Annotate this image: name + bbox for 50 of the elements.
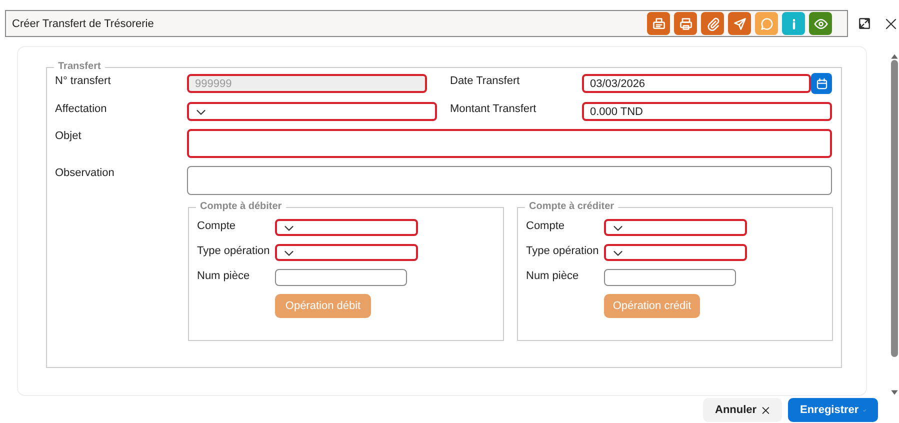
fax-icon: [652, 16, 666, 30]
dropdown[interactable]: [275, 219, 418, 236]
fax-button[interactable]: [647, 12, 670, 35]
field-label: Compte: [526, 219, 566, 234]
scroll-down-icon: [890, 388, 899, 397]
input-field[interactable]: [604, 269, 736, 286]
field-label: Type opération: [197, 244, 271, 259]
dropdown[interactable]: [187, 102, 437, 121]
field-label: Type opération: [526, 244, 600, 259]
scroll-up-icon: [890, 52, 899, 61]
save-button[interactable]: Enregistrer: [788, 398, 878, 422]
text-area[interactable]: [187, 129, 832, 158]
dropdown[interactable]: [604, 219, 747, 236]
print-icon: [678, 16, 692, 30]
expand-icon: [858, 17, 871, 30]
print-button[interactable]: [674, 12, 697, 35]
input-field[interactable]: 0.000 TND: [582, 102, 832, 121]
field-label: Compte: [197, 219, 237, 234]
chat-bubble-icon: [760, 16, 774, 30]
info-button[interactable]: [782, 12, 805, 35]
dropdown[interactable]: [275, 244, 418, 261]
dropdown[interactable]: [604, 244, 747, 261]
window-title: Créer Transfert de Trésorerie: [12, 18, 154, 30]
field-label: Observation: [55, 166, 116, 179]
eye-icon: [814, 16, 828, 30]
field-label: Num pièce: [526, 269, 580, 284]
field-label: N° transfert: [55, 74, 112, 87]
send-icon: [732, 16, 746, 30]
cancel-button[interactable]: Annuler: [703, 398, 782, 422]
field-label: Affectation: [55, 102, 108, 115]
input-field[interactable]: [275, 269, 407, 286]
close-icon: [760, 404, 770, 416]
calendar-button[interactable]: [811, 73, 832, 94]
paperclip-icon: [706, 16, 720, 30]
paperclip-button[interactable]: [701, 12, 724, 35]
scrollbar-thumb[interactable]: [891, 60, 898, 357]
send-button[interactable]: [728, 12, 751, 35]
date-field[interactable]: 03/03/2026: [582, 74, 811, 93]
chat-bubble-button[interactable]: [755, 12, 778, 35]
section-legend: Transfert: [54, 61, 105, 72]
field-label: Date Transfert: [450, 74, 521, 87]
field-label: Objet: [55, 129, 82, 142]
eye-button[interactable]: [809, 12, 832, 35]
panel-legend: Compte à créditer: [525, 201, 618, 212]
field-label: Montant Transfert: [450, 102, 538, 115]
close-icon[interactable]: [885, 18, 897, 30]
text-area[interactable]: [187, 166, 832, 195]
field-label: Num pièce: [197, 269, 251, 284]
panel-legend: Compte à débiter: [196, 201, 286, 212]
calendar-icon: [816, 78, 828, 90]
